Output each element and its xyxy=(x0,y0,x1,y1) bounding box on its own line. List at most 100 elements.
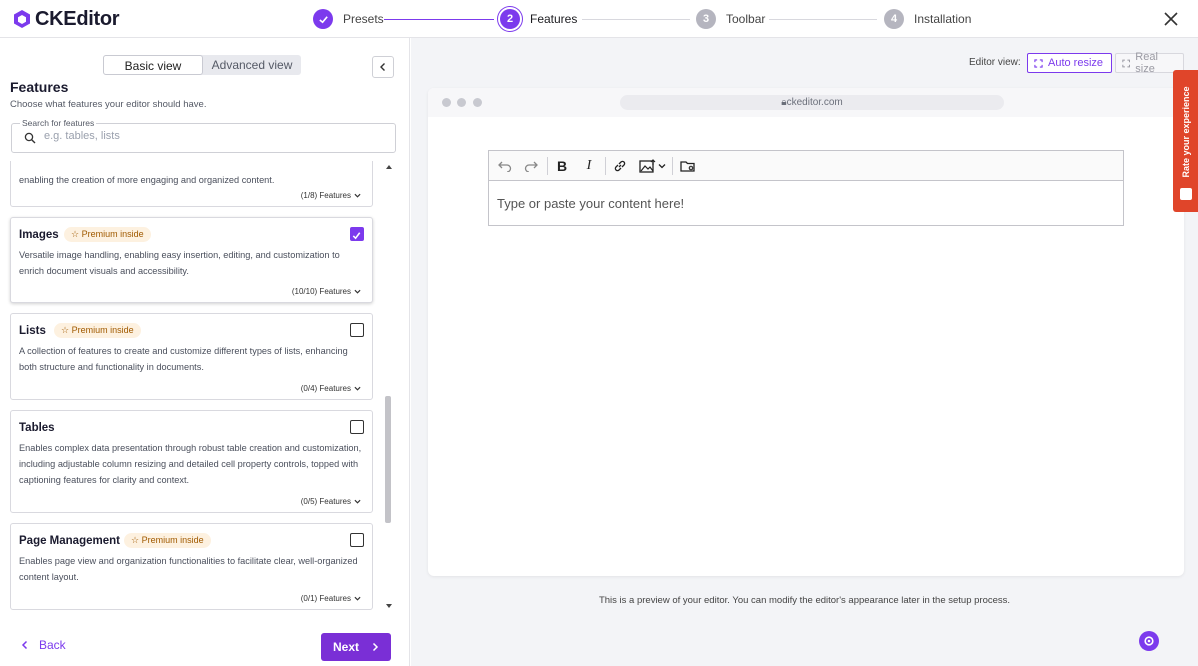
next-button[interactable]: Next xyxy=(321,633,391,661)
italic-icon[interactable]: I xyxy=(579,156,599,176)
ckeditor-logo[interactable]: CKEditor xyxy=(12,7,120,31)
card-title: Tables xyxy=(19,422,55,434)
step-presets[interactable]: Presets xyxy=(313,9,384,29)
window-dot xyxy=(442,98,451,107)
step-label: Presets xyxy=(343,12,384,26)
features-subtitle: Choose what features your editor should … xyxy=(10,99,207,110)
search-field: Search for features xyxy=(11,118,396,153)
feature-card-tables[interactable]: Tables Enables complex data presentation… xyxy=(10,410,373,513)
ckeditor-instance[interactable]: B I Type or paste your content here! xyxy=(488,150,1124,226)
lists-checkbox[interactable] xyxy=(350,323,364,337)
rate-experience-tab[interactable]: Rate your experience xyxy=(1173,70,1198,212)
chevron-down-icon xyxy=(354,596,361,601)
features-panel: Basic view Advanced view Features Choose… xyxy=(0,38,410,666)
settings-button[interactable] xyxy=(1139,631,1159,651)
chevron-right-icon xyxy=(372,642,379,652)
advanced-view-tab[interactable]: Advanced view xyxy=(203,55,301,75)
chevron-down-icon xyxy=(354,289,361,294)
next-label: Next xyxy=(332,640,359,654)
back-button[interactable]: Back xyxy=(21,638,66,652)
images-checkbox[interactable] xyxy=(350,227,364,241)
view-toggle: Basic view Advanced view xyxy=(103,55,301,75)
search-input[interactable] xyxy=(44,130,384,142)
feature-count-toggle[interactable]: (10/10) Features xyxy=(292,287,361,296)
editor-preview-panel: Editor view: Auto resize Real size 🔒︎cke… xyxy=(411,38,1198,666)
url-bar: 🔒︎ckeditor.com xyxy=(620,95,1004,110)
feedback-icon xyxy=(1180,188,1192,200)
card-description: Enables complex data presentation throug… xyxy=(19,443,362,485)
scroll-up-arrow[interactable] xyxy=(386,165,392,169)
toolbar-separator xyxy=(605,157,606,175)
search-icon xyxy=(24,132,36,144)
insert-image-icon[interactable] xyxy=(637,156,657,176)
feature-card-page-management[interactable]: Page Management ☆ Premium inside Enables… xyxy=(10,523,373,610)
chevron-down-icon xyxy=(354,386,361,391)
chevron-left-icon xyxy=(21,640,28,650)
scroll-down-arrow[interactable] xyxy=(386,604,392,608)
feature-count-toggle[interactable]: (0/4) Features xyxy=(301,384,361,393)
feature-count: (10/10) Features xyxy=(291,287,351,296)
page-management-checkbox[interactable] xyxy=(350,533,364,547)
premium-label: Premium inside xyxy=(81,229,144,239)
resize-icon xyxy=(1034,58,1043,68)
card-title: Page Management xyxy=(19,535,120,547)
preview-note: This is a preview of your editor. You ca… xyxy=(598,595,1011,606)
premium-label: Premium inside xyxy=(141,535,204,545)
feature-card-lists[interactable]: Lists ☆ Premium inside A collection of f… xyxy=(10,313,373,400)
redo-icon[interactable] xyxy=(521,156,541,176)
chevron-down-icon[interactable] xyxy=(656,156,668,176)
feature-card-images[interactable]: Images ☆ Premium inside Versatile image … xyxy=(10,217,373,303)
feature-count-toggle[interactable]: (1/8) Features xyxy=(301,191,361,200)
collapse-panel-button[interactable] xyxy=(372,56,394,78)
auto-resize-button[interactable]: Auto resize xyxy=(1027,53,1112,73)
check-icon xyxy=(352,232,361,240)
feature-count: (1/8) Features xyxy=(300,191,351,200)
card-list-scrollbar[interactable] xyxy=(384,161,392,610)
card-description: Enables page view and organization funct… xyxy=(19,556,358,582)
browser-mockup: 🔒︎ckeditor.com B I Type or paste your co… xyxy=(428,88,1184,576)
auto-resize-label: Auto resize xyxy=(1048,57,1104,69)
scroll-thumb[interactable] xyxy=(385,396,391,523)
browser-toolbar: 🔒︎ckeditor.com xyxy=(428,88,1184,117)
basic-view-tab[interactable]: Basic view xyxy=(103,55,203,75)
url-text: ckeditor.com xyxy=(786,97,843,108)
features-heading: Features xyxy=(10,79,69,95)
step-features[interactable]: 2 Features xyxy=(500,9,577,29)
editor-toolbar: B I xyxy=(489,151,1123,181)
step-label: Installation xyxy=(914,12,972,26)
feature-count: (0/4) Features xyxy=(300,384,351,393)
feature-count-toggle[interactable]: (0/1) Features xyxy=(301,594,361,603)
chevron-down-icon xyxy=(354,193,361,198)
feature-card[interactable]: enabling the creation of more engaging a… xyxy=(10,161,373,207)
card-title: Images xyxy=(19,229,59,241)
rate-label: Rate your experience xyxy=(1181,86,1191,178)
file-manager-icon[interactable] xyxy=(678,156,698,176)
gear-icon xyxy=(1144,636,1154,646)
step-label: Toolbar xyxy=(726,12,766,26)
card-description: enabling the creation of more engaging a… xyxy=(19,175,275,185)
editor-placeholder[interactable]: Type or paste your content here! xyxy=(497,196,684,211)
back-label: Back xyxy=(39,638,66,652)
toolbar-separator xyxy=(672,157,673,175)
ckeditor-logo-icon xyxy=(14,10,30,28)
check-icon xyxy=(313,9,333,29)
logo-text: CKEditor xyxy=(35,8,120,30)
tables-checkbox[interactable] xyxy=(350,420,364,434)
link-icon[interactable] xyxy=(610,156,630,176)
window-dot xyxy=(457,98,466,107)
expand-icon xyxy=(1122,59,1130,67)
bold-icon[interactable]: B xyxy=(552,156,572,176)
window-dot xyxy=(473,98,482,107)
feature-card-list[interactable]: enabling the creation of more engaging a… xyxy=(0,161,392,610)
step-installation[interactable]: 4 Installation xyxy=(884,9,971,29)
step-toolbar[interactable]: 3 Toolbar xyxy=(696,9,765,29)
premium-label: Premium inside xyxy=(71,325,134,335)
toolbar-separator xyxy=(547,157,548,175)
card-description: A collection of features to create and c… xyxy=(19,346,348,372)
undo-icon[interactable] xyxy=(495,156,515,176)
close-icon[interactable] xyxy=(1163,11,1179,27)
feature-count-toggle[interactable]: (0/5) Features xyxy=(301,497,361,506)
step-number: 3 xyxy=(696,9,716,29)
step-connector xyxy=(384,19,494,20)
chevron-left-icon xyxy=(380,63,385,71)
